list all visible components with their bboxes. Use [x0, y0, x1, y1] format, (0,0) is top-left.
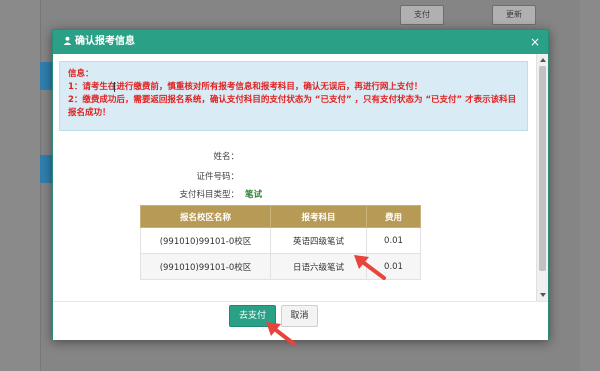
- name-label: 姓名：: [213, 152, 239, 162]
- dialog-body: 信息： 1：请考生在进行缴费前，慎重核对所有报考信息和报考科目，确认无误后，再进…: [53, 54, 537, 301]
- notice-line-1: 1：请考生在进行缴费前，慎重核对所有报考信息和报考科目，确认无误后，再进行网上支…: [68, 82, 423, 92]
- id-number-label: 证件号码：: [196, 172, 239, 182]
- column-header-subject: 报考科目: [270, 205, 367, 228]
- close-icon[interactable]: ×: [530, 30, 540, 54]
- payment-type-value: 笔试: [245, 190, 263, 200]
- go-pay-button[interactable]: 去支付: [229, 305, 276, 327]
- payment-type-label: 支付科目类型：: [179, 190, 239, 200]
- notice-line-2: 2：缴费成功后，需要返回报名系统，确认支付科目的支付状态为 “已支付” ，只有支…: [68, 95, 517, 118]
- cell-subject: 英语四级笔试: [270, 227, 367, 254]
- scroll-down-icon[interactable]: [540, 293, 546, 297]
- dialog-title: 确认报考信息: [75, 36, 135, 47]
- table-row: (991010)99101-0校区 英语四级笔试 0.01: [140, 227, 421, 254]
- dialog-scrollbar[interactable]: [536, 54, 548, 301]
- cell-campus: (991010)99101-0校区: [140, 253, 271, 280]
- dialog-header: 确认报考信息 ×: [53, 30, 548, 54]
- background-update-button: 更新: [492, 5, 536, 25]
- cell-subject: 日语六级笔试: [270, 253, 367, 280]
- confirm-registration-dialog: 确认报考信息 × 信息： 1：请考生在进行缴费前，慎重核对所有报考信息和报考科目…: [52, 29, 549, 340]
- column-header-campus: 报名校区名称: [140, 205, 271, 228]
- id-number-row: 证件号码：: [53, 170, 353, 184]
- payment-type-row: 支付科目类型： 笔试: [53, 188, 353, 202]
- background-pay-button: 支付: [400, 5, 444, 25]
- scroll-thumb[interactable]: [539, 66, 546, 271]
- table-row: (991010)99101-0校区 日语六级笔试 0.01: [140, 253, 421, 280]
- notice-box: 信息： 1：请考生在进行缴费前，慎重核对所有报考信息和报考科目，确认无误后，再进…: [59, 61, 528, 131]
- cancel-button[interactable]: 取消: [281, 305, 318, 327]
- cell-fee: 0.01: [366, 253, 421, 280]
- user-icon: [63, 36, 72, 45]
- text-cursor-icon: [114, 82, 115, 92]
- cell-fee: 0.01: [366, 227, 421, 254]
- column-header-fee: 费用: [366, 205, 421, 228]
- scroll-up-icon[interactable]: [540, 58, 546, 62]
- fee-table: 报名校区名称 报考科目 费用 (991010)99101-0校区 英语四级笔试 …: [140, 205, 421, 280]
- name-row: 姓名：: [53, 150, 353, 164]
- cell-campus: (991010)99101-0校区: [140, 227, 271, 254]
- table-header-row: 报名校区名称 报考科目 费用: [140, 205, 421, 228]
- notice-heading: 信息：: [68, 69, 94, 79]
